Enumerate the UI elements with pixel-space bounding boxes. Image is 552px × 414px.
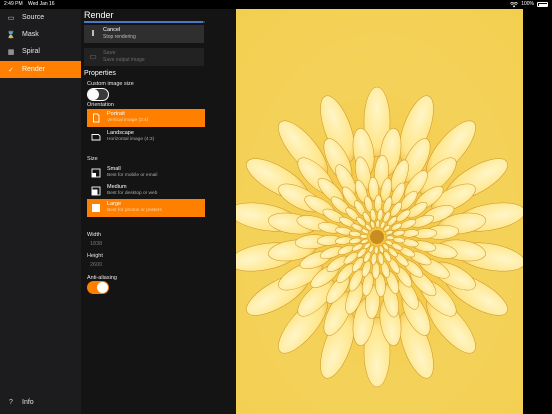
status-right: 100% [510,0,548,9]
landscape-icon [91,134,101,141]
height-field[interactable]: 2600 [90,262,102,268]
sidebar-item-label: Render [22,66,45,73]
size-option-small[interactable]: Small Best for mobile or email [87,164,205,182]
wifi-icon [510,1,519,7]
battery-percent: 100% [521,1,534,7]
sidebar-item-label: Spiral [22,48,40,55]
sidebar-item-info[interactable]: ? Info [0,394,81,411]
large-size-icon [92,204,100,212]
sidebar: ▭ Source ⌛ Mask ▦ Spiral ✓ Render ? Info [0,9,81,414]
spiral-flower-image [236,9,523,414]
orientation-label: Orientation [87,102,114,108]
save-button[interactable]: ▭ Save Save output image [84,48,204,66]
orientation-option-landscape[interactable]: Landscape Horizontal image (4:3) [87,128,205,146]
width-field[interactable]: 1838 [90,241,102,247]
battery-icon [537,2,548,7]
toggle-knob [97,282,108,293]
size-label: Size [87,156,98,162]
right-edge [523,9,552,414]
sidebar-item-source[interactable]: ▭ Source [0,9,81,26]
option-sublabel: Best for photos or posters [107,208,162,213]
panel-title: Render [84,10,114,20]
petal [359,234,369,239]
sidebar-item-render[interactable]: ✓ Render [0,61,81,78]
option-sublabel: Best for desktop or web [107,191,158,196]
option-label: Landscape [107,130,134,136]
render-progress-bar [84,21,205,23]
portrait-icon [93,113,100,123]
status-time: 2:49 PM [4,1,23,7]
sidebar-item-label: Source [22,14,45,21]
custom-size-toggle[interactable] [87,88,109,101]
petal [385,235,395,240]
mask-icon: ⌛ [6,31,16,39]
small-size-icon [91,168,101,178]
spiral-icon: ▦ [7,48,15,56]
save-sublabel: Save output image [103,57,145,63]
sidebar-item-mask[interactable]: ⌛ Mask [0,26,81,43]
petal [374,245,379,255]
option-label: Medium [107,184,127,190]
render-preview-image [236,9,523,414]
orientation-option-portrait[interactable]: Portrait Vertical image (3:4) [87,109,205,127]
option-label: Large [107,201,122,207]
size-option-medium[interactable]: Medium Best for desktop or web [87,182,205,200]
custom-size-label: Custom image size [87,81,134,87]
width-label: Width [87,232,102,238]
render-panel: Render ‖ Cancel Stop rendering ▭ Save Sa… [81,9,236,414]
cancel-label: Cancel [103,27,121,33]
medium-size-icon [91,186,101,196]
sidebar-item-spiral[interactable]: ▦ Spiral [0,43,81,60]
render-progress-fill [84,21,203,23]
sidebar-item-label: Info [22,399,34,406]
cancel-button[interactable]: ‖ Cancel Stop rendering [84,25,204,43]
checkmark-icon: ✓ [8,66,14,74]
antialiasing-toggle[interactable] [87,281,109,294]
sidebar-item-label: Mask [22,31,39,38]
height-label: Height [87,253,103,259]
option-sublabel: Horizontal image (4:3) [107,137,155,142]
properties-title: Properties [84,70,116,77]
option-sublabel: Best for mobile or email [107,173,158,178]
status-date: Wed Jan 16 [28,1,55,7]
source-icon: ▭ [7,14,15,22]
petal [375,219,380,229]
toggle-knob [88,89,99,100]
size-option-large[interactable]: Large Best for photos or posters [87,199,205,217]
option-label: Portrait [107,111,125,117]
save-icon: ▭ [89,52,97,61]
pause-icon: ‖ [91,29,95,38]
status-bar: 2:49 PM Wed Jan 16 100% [0,0,552,9]
cancel-sublabel: Stop rendering [103,34,136,40]
save-label: Save [103,50,116,56]
option-label: Small [107,166,121,172]
option-sublabel: Vertical image (3:4) [107,118,149,123]
info-icon: ? [9,399,13,406]
